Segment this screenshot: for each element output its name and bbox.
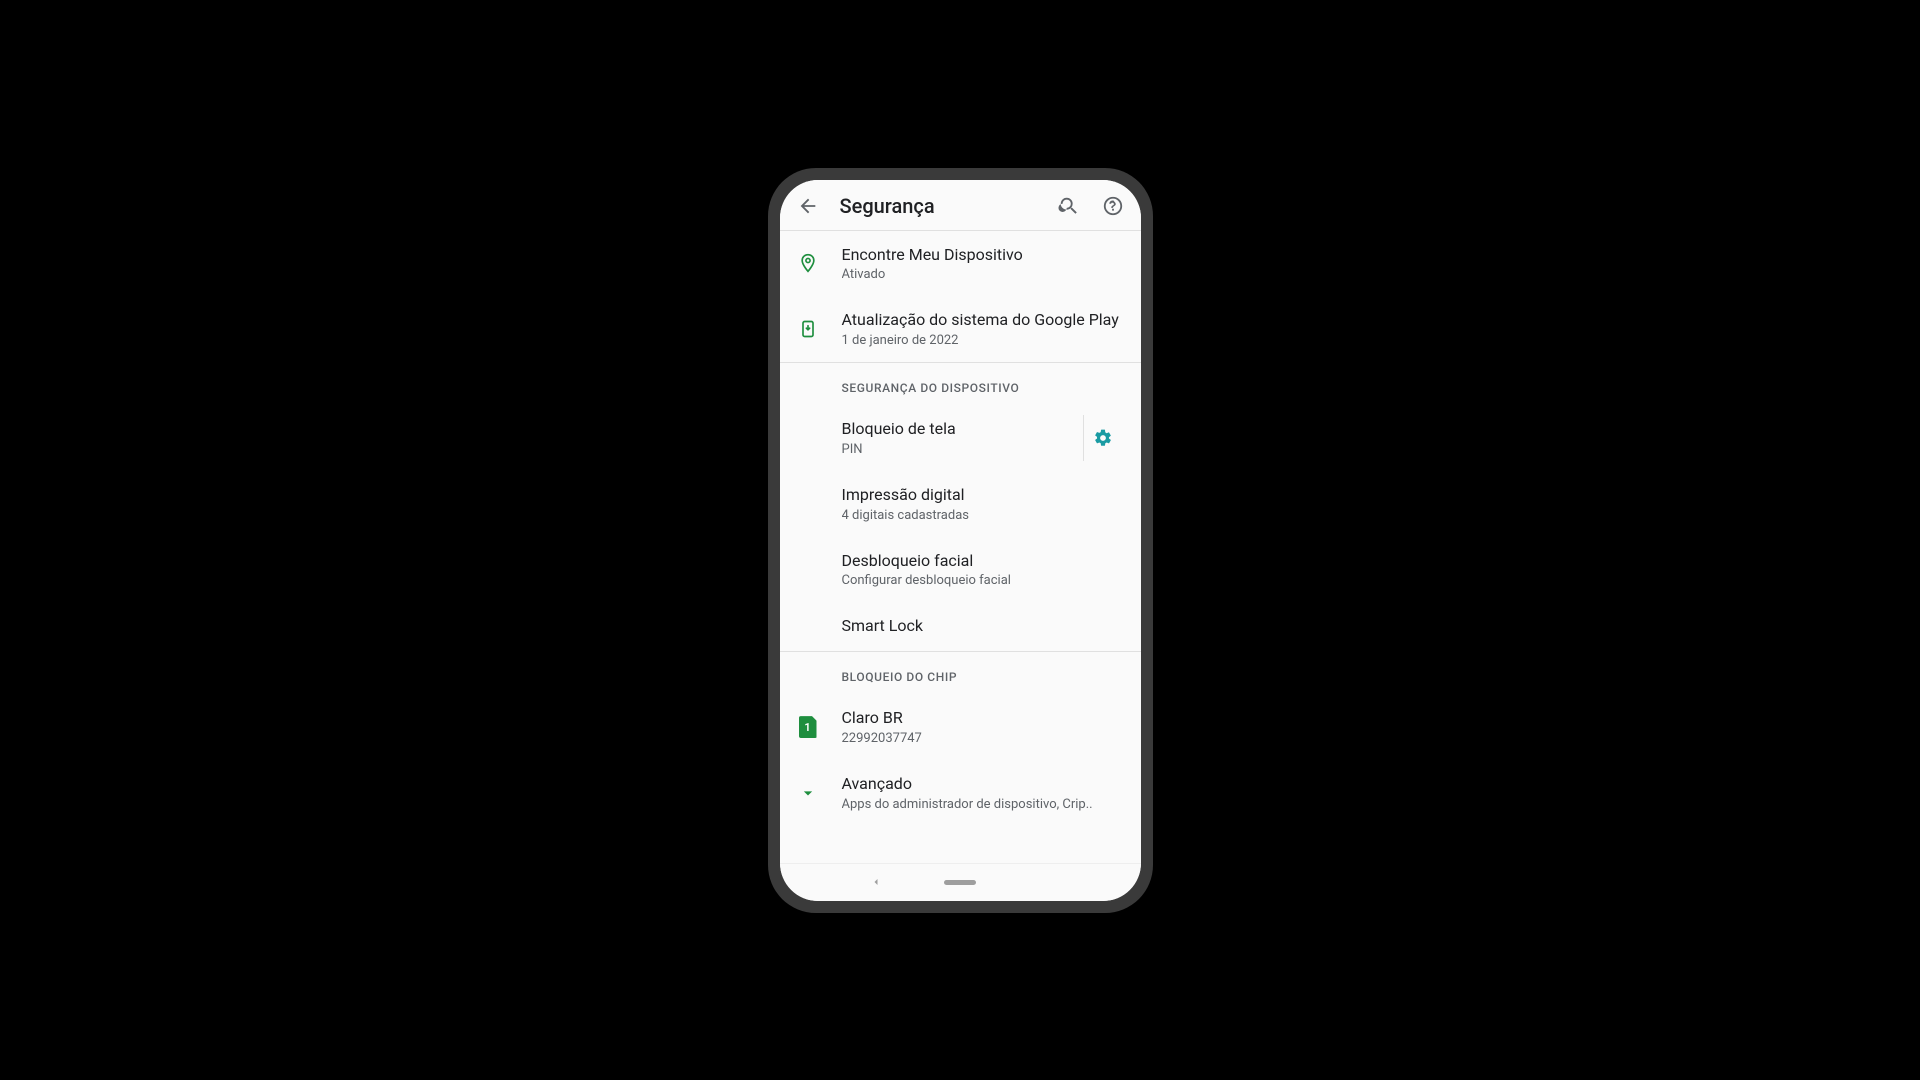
advanced-title: Avançado <box>842 774 1123 795</box>
location-icon <box>796 253 820 273</box>
settings-list[interactable]: Encontre Meu Dispositivo Ativado Atualiz… <box>780 231 1141 863</box>
advanced-item[interactable]: Avançado Apps do administrador de dispos… <box>780 760 1141 826</box>
help-icon <box>1102 195 1124 217</box>
face-unlock-sub: Configurar desbloqueio facial <box>842 573 1123 588</box>
smart-lock-item[interactable]: Smart Lock <box>780 602 1141 651</box>
screen-lock-title: Bloqueio de tela <box>842 419 1061 440</box>
chevron-down-icon <box>796 783 820 803</box>
smart-lock-title: Smart Lock <box>842 616 1123 637</box>
search-icon <box>1058 195 1080 217</box>
page-title: Segurança <box>840 194 1037 218</box>
screen-lock-sub: PIN <box>842 442 1061 457</box>
device-frame: Segurança Encontre Meu Dispositivo Ativa… <box>768 168 1153 913</box>
system-update-icon <box>796 319 820 339</box>
find-my-device-item[interactable]: Encontre Meu Dispositivo Ativado <box>780 231 1141 297</box>
advanced-sub: Apps do administrador de dispositivo, Cr… <box>842 797 1123 812</box>
nav-home-pill[interactable] <box>944 880 976 885</box>
sim-lock-header: BLOQUEIO DO CHIP <box>780 652 1141 694</box>
arrow-back-icon <box>797 195 819 217</box>
sim-sub: 22992037747 <box>842 731 1123 746</box>
face-unlock-title: Desbloqueio facial <box>842 551 1123 572</box>
find-my-device-title: Encontre Meu Dispositivo <box>842 245 1123 266</box>
nav-back-icon <box>870 876 882 888</box>
device-security-header: SEGURANÇA DO DISPOSITIVO <box>780 363 1141 405</box>
nav-back-button[interactable] <box>870 873 882 892</box>
help-button[interactable] <box>1101 194 1125 218</box>
search-button[interactable] <box>1057 194 1081 218</box>
screen-lock-settings-button[interactable] <box>1083 415 1123 461</box>
play-system-update-sub: 1 de janeiro de 2022 <box>842 333 1123 348</box>
device-screen: Segurança Encontre Meu Dispositivo Ativa… <box>780 180 1141 901</box>
sim-item[interactable]: 1 Claro BR 22992037747 <box>780 694 1141 760</box>
fingerprint-sub: 4 digitais cadastradas <box>842 508 1123 523</box>
sim-card-icon: 1 <box>796 716 820 738</box>
find-my-device-sub: Ativado <box>842 267 1123 282</box>
fingerprint-item[interactable]: Impressão digital 4 digitais cadastradas <box>780 471 1141 537</box>
screen-lock-item[interactable]: Bloqueio de tela PIN <box>780 405 1141 471</box>
sim-badge-number: 1 <box>799 716 817 738</box>
play-system-update-title: Atualização do sistema do Google Play <box>842 310 1123 331</box>
system-nav-bar <box>780 863 1141 901</box>
fingerprint-title: Impressão digital <box>842 485 1123 506</box>
sim-title: Claro BR <box>842 708 1123 729</box>
gear-icon <box>1093 428 1113 448</box>
face-unlock-item[interactable]: Desbloqueio facial Configurar desbloquei… <box>780 537 1141 603</box>
app-bar: Segurança <box>780 180 1141 231</box>
back-button[interactable] <box>796 194 820 218</box>
play-system-update-item[interactable]: Atualização do sistema do Google Play 1 … <box>780 296 1141 362</box>
